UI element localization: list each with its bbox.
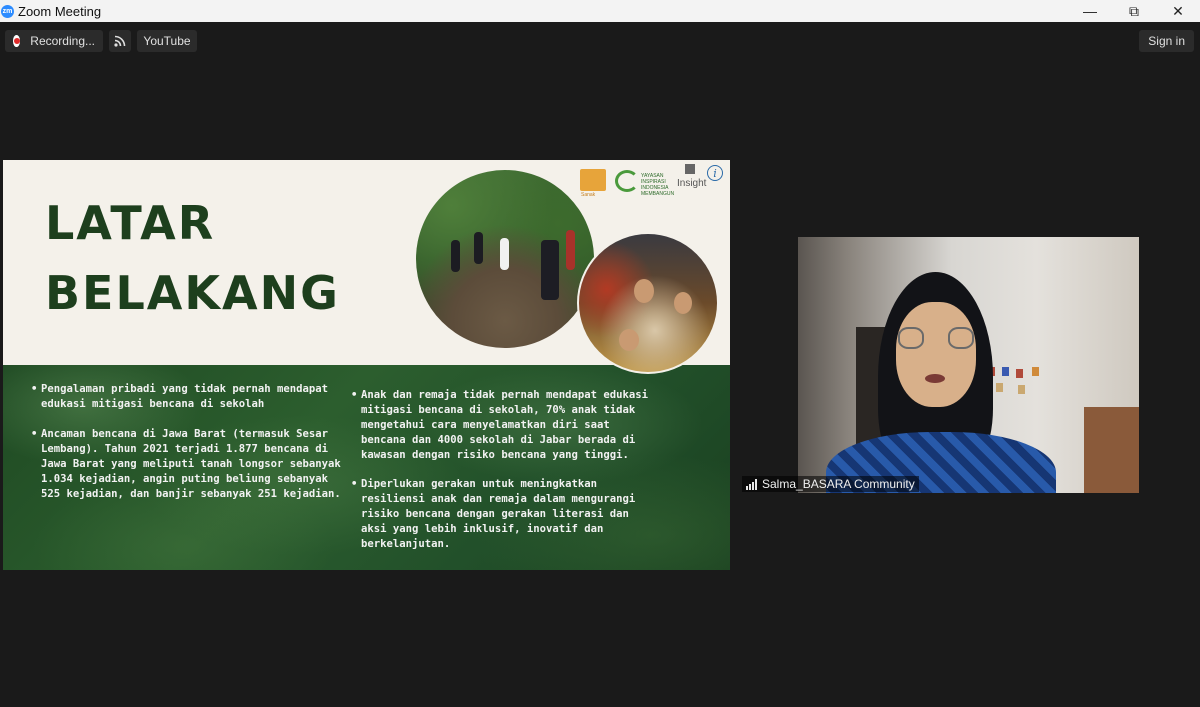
insight-logo-icon (685, 164, 695, 174)
person-figure (451, 240, 460, 272)
sign-in-button[interactable]: Sign in (1139, 30, 1194, 52)
students-photo (577, 232, 719, 374)
live-stream-button[interactable] (109, 30, 131, 52)
shared-screen-slide: LATAR BELAKANG Sanak YAYASAN INSPIRASI I… (3, 160, 730, 570)
student-face (619, 329, 639, 351)
recording-label: Recording... (30, 34, 95, 48)
meeting-toolbar: Recording... YouTube Sign in (0, 30, 1200, 52)
record-icon (13, 35, 21, 47)
close-button[interactable]: ✕ (1156, 0, 1200, 22)
insight-logo-text: Insight (677, 178, 707, 189)
person-figure (500, 238, 509, 270)
participant-name: Salma_BASARA Community (762, 477, 915, 491)
student-face (634, 279, 654, 303)
minimize-button[interactable]: — (1068, 0, 1112, 22)
participant-name-label: Salma_BASARA Community (742, 476, 919, 492)
sanak-logo-text: Sanak (581, 192, 596, 198)
video-background-shelf (1084, 407, 1139, 493)
student-face (674, 292, 692, 314)
window-controls: — ⧉ ✕ (1068, 0, 1200, 22)
slide-title-line1: LATAR (45, 196, 216, 250)
video-background-board (988, 367, 1058, 422)
glasses-left (898, 327, 924, 349)
yayasan-logo (615, 170, 639, 192)
slide-title: LATAR BELAKANG (45, 188, 340, 328)
person-figure (474, 232, 483, 264)
recording-indicator[interactable]: Recording... (5, 30, 103, 52)
window-titlebar: zm Zoom Meeting — ⧉ ✕ (0, 0, 1200, 22)
bullet-item: Pengalaman pribadi yang tidak pernah men… (31, 382, 341, 412)
bullet-item: Anak dan remaja tidak pernah mendapat ed… (351, 388, 651, 463)
person-figure (541, 240, 559, 300)
signal-strength-icon (746, 478, 757, 490)
youtube-stream-button[interactable]: YouTube (137, 30, 197, 52)
sanak-logo (580, 169, 606, 191)
slide-title-line2: BELAKANG (45, 266, 340, 320)
bullet-item: Ancaman bencana di Jawa Barat (termasuk … (31, 427, 341, 502)
zoom-app-icon: zm (1, 4, 14, 18)
person-figure (566, 230, 575, 270)
maximize-button[interactable]: ⧉ (1112, 0, 1156, 22)
participant-mouth (925, 374, 945, 383)
participant-face (896, 302, 976, 407)
bullet-item: Diperlukan gerakan untuk meningkatkan re… (351, 477, 651, 552)
window-title: Zoom Meeting (18, 3, 102, 19)
yayasan-logo-text: YAYASAN INSPIRASI INDONESIA MEMBANGUN (641, 173, 675, 197)
info-logo-icon: i (707, 165, 723, 181)
rss-icon (114, 35, 126, 47)
forest-walk-photo (416, 170, 594, 348)
slide-bullets-left: Pengalaman pribadi yang tidak pernah men… (31, 382, 341, 517)
glasses-right (948, 327, 974, 349)
participant-video-tile[interactable] (798, 237, 1139, 493)
slide-bullets-right: Anak dan remaja tidak pernah mendapat ed… (351, 388, 651, 566)
